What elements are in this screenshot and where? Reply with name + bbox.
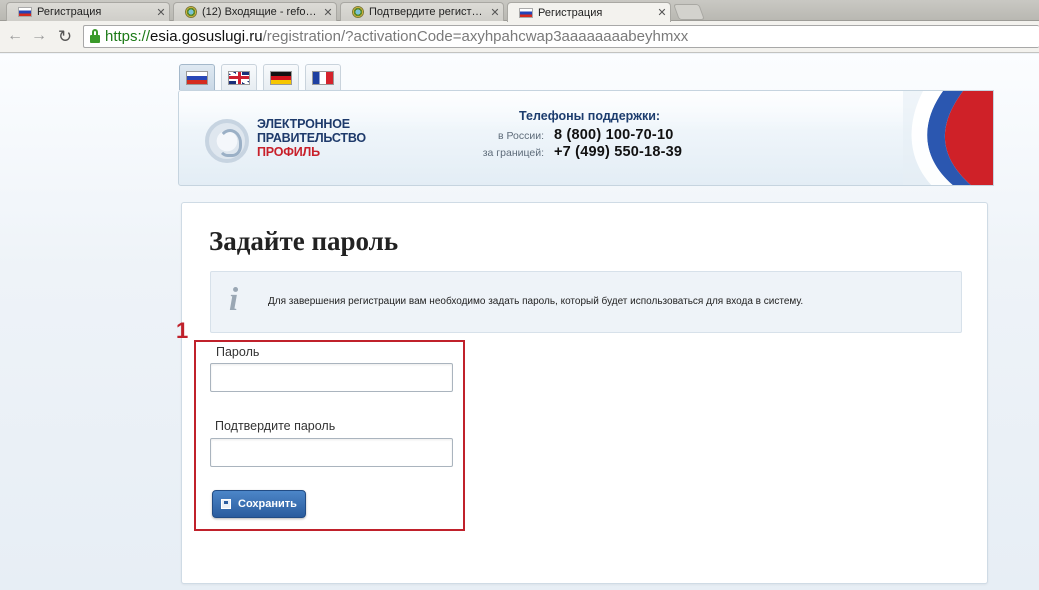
france-flag-icon <box>312 70 334 85</box>
uk-flag-icon <box>228 70 250 85</box>
info-text: Для завершения регистрации вам необходим… <box>268 296 804 307</box>
url-scheme: https:// <box>105 28 151 45</box>
logo-line-2: ПРАВИТЕЛЬСТВО <box>257 131 366 145</box>
tab-title: (12) Входящие - reforma_k <box>202 6 320 18</box>
back-arrow-icon[interactable]: ← <box>6 27 24 45</box>
browser-tab[interactable]: (12) Входящие - reforma_k ✕ <box>173 2 337 21</box>
close-tab-icon[interactable]: ✕ <box>320 6 336 19</box>
language-switcher <box>179 64 341 90</box>
russia-flag-icon <box>519 7 533 18</box>
close-tab-icon[interactable]: ✕ <box>654 6 670 19</box>
logo-line-3: ПРОФИЛЬ <box>257 145 320 159</box>
new-tab-button[interactable] <box>673 4 705 20</box>
close-tab-icon[interactable]: ✕ <box>153 6 169 19</box>
info-message: i Для завершения регистрации вам необход… <box>210 271 962 333</box>
page-content: ЭЛЕКТРОННОЕ ПРАВИТЕЛЬСТВО ПРОФИЛЬ Телефо… <box>0 54 1039 590</box>
browser-toolbar: ← → ↻ https://esia.gosuslugi.ru/registra… <box>0 21 1039 53</box>
annotation-highlight-box <box>194 340 465 531</box>
germany-flag-icon <box>270 70 292 85</box>
reload-icon[interactable]: ↻ <box>56 27 74 47</box>
forward-arrow-icon[interactable]: → <box>30 27 48 45</box>
browser-tab-active[interactable]: Регистрация ✕ <box>507 2 671 22</box>
url-path: /registration/?activationCode=axyhpahcwa… <box>262 28 689 45</box>
support-title: Телефоны поддержки: <box>519 109 661 123</box>
lock-icon <box>90 28 100 43</box>
language-ru-tab[interactable] <box>179 64 215 90</box>
page-title: Задайте пароль <box>209 226 399 256</box>
annotation-number: 1 <box>176 318 189 343</box>
russia-phone-label: в России: <box>497 130 544 142</box>
flag-swoosh-graphic <box>903 91 993 185</box>
tab-title: Регистрация <box>37 6 102 18</box>
url-host: esia.gosuslugi.ru <box>150 28 263 45</box>
browser-tab-strip: Регистрация ✕ (12) Входящие - reforma_k … <box>0 0 1039 22</box>
logo-line-1: ЭЛЕКТРОННОЕ <box>257 117 350 131</box>
russia-flag-icon <box>186 70 208 85</box>
browser-tab[interactable]: Подтвердите регистрацию ✕ <box>340 2 504 21</box>
language-fr-tab[interactable] <box>305 64 341 90</box>
browser-tab[interactable]: Регистрация ✕ <box>6 2 170 21</box>
tab-title: Регистрация <box>538 6 603 19</box>
globe-icon <box>352 6 364 18</box>
site-header: ЭЛЕКТРОННОЕ ПРАВИТЕЛЬСТВО ПРОФИЛЬ Телефо… <box>178 90 994 186</box>
globe-icon <box>185 6 197 18</box>
tab-title: Подтвердите регистрацию <box>369 6 487 18</box>
info-icon: i <box>229 282 239 318</box>
site-logo-text[interactable]: ЭЛЕКТРОННОЕ ПРАВИТЕЛЬСТВО ПРОФИЛЬ <box>257 117 366 159</box>
language-en-tab[interactable] <box>221 64 257 90</box>
russia-phone: 8 (800) 100-70-10 <box>554 127 674 143</box>
russia-flag-icon <box>18 7 32 17</box>
address-bar[interactable]: https://esia.gosuslugi.ru/registration/?… <box>83 25 1039 48</box>
abroad-phone: +7 (499) 550-18-39 <box>554 144 683 160</box>
gov-logo-icon[interactable] <box>205 119 249 163</box>
language-de-tab[interactable] <box>263 64 299 90</box>
abroad-phone-label: за границей: <box>482 147 544 159</box>
close-tab-icon[interactable]: ✕ <box>487 6 503 19</box>
